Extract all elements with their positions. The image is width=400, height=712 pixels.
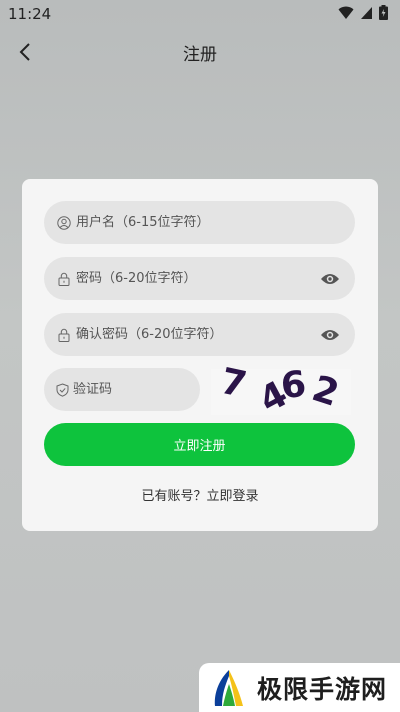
captcha-image[interactable]: 7 4 6 2 bbox=[211, 361, 351, 421]
watermark-text: 极限手游网 bbox=[257, 674, 388, 704]
watermark-badge: 极限手游网 bbox=[199, 663, 400, 712]
battery-icon bbox=[379, 4, 388, 24]
username-input[interactable] bbox=[76, 215, 355, 230]
back-arrow-icon bbox=[19, 43, 30, 61]
wifi-icon bbox=[338, 5, 354, 24]
lock-icon bbox=[56, 271, 72, 287]
signal-icon bbox=[360, 5, 373, 24]
captcha-char: 7 bbox=[217, 360, 251, 407]
password-input[interactable] bbox=[76, 271, 319, 286]
status-icons bbox=[338, 4, 388, 24]
captcha-char: 2 bbox=[307, 368, 344, 415]
register-card: 7 4 6 2 立即注册 已有账号？立即登录 bbox=[22, 179, 378, 531]
login-link[interactable]: 已有账号？立即登录 bbox=[22, 485, 378, 504]
username-field bbox=[44, 201, 355, 244]
captcha-field bbox=[44, 368, 243, 411]
page-title: 注册 bbox=[183, 44, 217, 65]
shield-icon bbox=[56, 382, 69, 398]
password-field bbox=[44, 257, 355, 300]
password-visibility-toggle[interactable] bbox=[319, 268, 341, 290]
register-button[interactable]: 立即注册 bbox=[44, 423, 355, 466]
eye-icon bbox=[321, 329, 339, 340]
confirm-password-field bbox=[44, 313, 355, 356]
lock-icon bbox=[56, 327, 72, 343]
status-bar: 11:24 bbox=[0, 0, 400, 28]
eye-icon bbox=[321, 273, 339, 284]
captcha-char: 6 bbox=[278, 363, 309, 408]
back-button[interactable] bbox=[10, 37, 40, 67]
confirm-password-input[interactable] bbox=[76, 327, 319, 342]
confirm-password-visibility-toggle[interactable] bbox=[319, 324, 341, 346]
user-icon bbox=[56, 215, 72, 231]
app-bar: 注册 bbox=[0, 30, 400, 74]
status-time: 11:24 bbox=[8, 5, 52, 23]
watermark-logo-icon bbox=[214, 669, 243, 706]
